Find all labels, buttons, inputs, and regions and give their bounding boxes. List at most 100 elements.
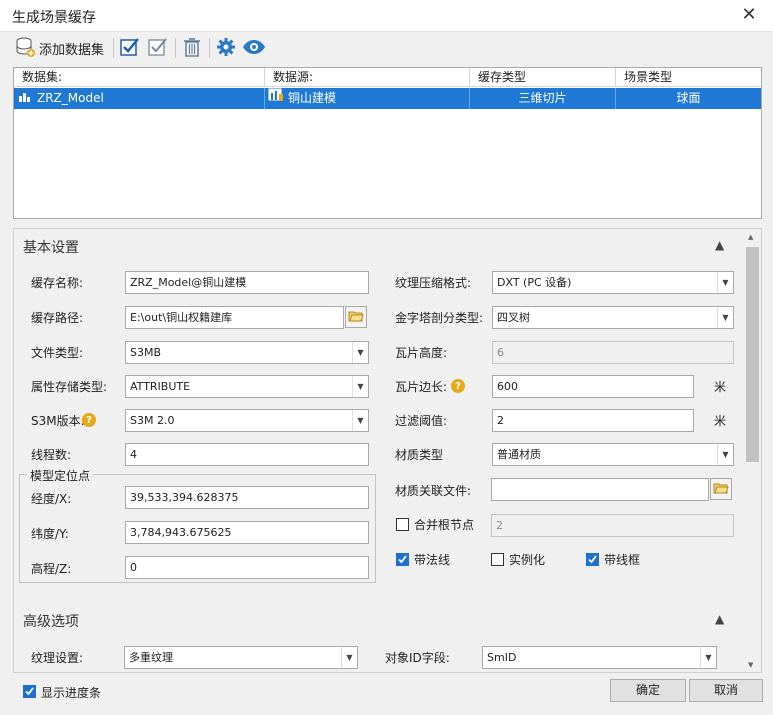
basic-settings-title: 基本设置 <box>23 240 79 256</box>
material-file-input[interactable] <box>491 478 709 501</box>
grid-header: 数据集: 数据源: 缓存类型 场景类型 <box>14 68 761 87</box>
object-id-label: 对象ID字段: <box>385 651 450 665</box>
elevation-input[interactable]: 0 <box>125 556 369 579</box>
pyramid-type-label: 金字塔剖分类型: <box>395 311 484 325</box>
toolbar-separator <box>175 38 176 58</box>
gear-icon <box>215 36 237 61</box>
delete-button[interactable] <box>181 36 203 60</box>
chevron-down-icon: ▼ <box>352 342 368 363</box>
row-cache-type: 三维切片 <box>470 88 616 109</box>
s3m-version-select[interactable]: S3M 2.0 ▼ <box>125 409 369 432</box>
material-file-label: 材质关联文件: <box>395 484 472 498</box>
folder-open-icon <box>348 309 364 326</box>
filter-threshold-input[interactable]: 2 <box>492 409 694 432</box>
latitude-input[interactable]: 3,784,943.675625 <box>125 521 369 544</box>
datasource-icon <box>268 88 284 109</box>
toolbar <box>0 33 773 63</box>
texture-compress-select[interactable]: DXT (PC 设备) ▼ <box>492 271 734 294</box>
advanced-options-title: 高级选项 <box>23 614 79 630</box>
chevron-down-icon: ▼ <box>717 444 733 465</box>
title-bar <box>0 0 773 32</box>
invert-select-button[interactable] <box>147 36 169 60</box>
window-title: 生成场景缓存 <box>12 10 96 26</box>
texture-setting-select[interactable]: 多重纹理 ▼ <box>124 646 358 669</box>
merge-root-input: 2 <box>491 514 734 537</box>
toolbar-separator <box>113 38 114 58</box>
toolbar-separator <box>209 38 210 58</box>
texture-compress-value: DXT (PC 设备) <box>497 276 572 289</box>
texture-compress-label: 纹理压缩格式: <box>395 276 472 290</box>
file-type-label: 文件类型: <box>31 346 84 360</box>
chevron-up-icon[interactable]: ▲ <box>715 238 724 252</box>
attr-storage-label: 属性存储类型: <box>31 380 108 394</box>
eye-icon <box>242 36 266 61</box>
ok-button[interactable]: 确定 <box>610 679 686 702</box>
instance-checkbox[interactable] <box>491 553 504 566</box>
trash-icon <box>181 36 203 61</box>
show-progress-checkbox[interactable] <box>23 685 36 698</box>
chevron-down-icon: ▼ <box>717 272 733 293</box>
cache-name-input[interactable]: ZRZ_Model@铜山建模 <box>125 271 369 294</box>
cache-path-input[interactable]: E:\out\铜山权籍建库 <box>125 306 344 329</box>
filter-threshold-label: 过滤阈值: <box>395 414 448 428</box>
row-dataset: ZRZ_Model <box>37 91 104 105</box>
chevron-down-icon: ▼ <box>352 376 368 397</box>
pyramid-type-value: 四叉树 <box>497 311 530 324</box>
s3m-version-label: S3M版本: <box>31 414 85 428</box>
browse-path-button[interactable] <box>345 306 367 328</box>
attr-storage-select[interactable]: ATTRIBUTE ▼ <box>125 375 369 398</box>
tile-side-label: 瓦片边长: <box>395 380 448 394</box>
longitude-label: 经度/X: <box>31 492 72 506</box>
show-progress-label: 显示进度条 <box>41 686 102 700</box>
material-type-select[interactable]: 普通材质 ▼ <box>492 443 734 466</box>
help-icon[interactable]: ? <box>82 413 96 427</box>
add-dataset-button[interactable]: 添加数据集 <box>14 36 104 60</box>
header-datasource[interactable]: 数据源: <box>265 68 470 87</box>
scroll-up-icon[interactable]: ▲ <box>748 233 753 241</box>
header-dataset[interactable]: 数据集: <box>14 68 265 87</box>
threads-label: 线程数: <box>31 448 72 462</box>
tile-height-input: 6 <box>492 341 734 364</box>
table-row[interactable]: ZRZ_Model 铜山建模 三维切片 球面 <box>14 88 761 109</box>
chevron-down-icon: ▼ <box>717 307 733 328</box>
scroll-down-icon[interactable]: ▼ <box>748 661 753 669</box>
texture-setting-value: 多重纹理 <box>129 651 173 664</box>
chevron-up-icon[interactable]: ▲ <box>715 612 724 626</box>
longitude-input[interactable]: 39,533,394.628375 <box>125 486 369 509</box>
header-cache-type[interactable]: 缓存类型 <box>470 68 616 87</box>
row-datasource: 铜山建模 <box>288 91 337 105</box>
checkbox-outline-icon <box>147 36 169 61</box>
merge-root-checkbox[interactable] <box>396 518 409 531</box>
close-button[interactable]: ✕ <box>738 3 760 27</box>
add-dataset-label: 添加数据集 <box>39 42 105 58</box>
object-id-select[interactable]: SmID ▼ <box>482 646 717 669</box>
database-icon <box>14 36 36 61</box>
header-scene-type[interactable]: 场景类型 <box>616 68 761 87</box>
normal-checkbox[interactable] <box>396 553 409 566</box>
material-type-label: 材质类型 <box>395 448 444 462</box>
file-type-select[interactable]: S3MB ▼ <box>125 341 369 364</box>
wireframe-label: 带线框 <box>604 553 641 567</box>
s3m-version-value: S3M 2.0 <box>130 414 175 427</box>
threads-input[interactable]: 4 <box>125 443 369 466</box>
scrollbar-thumb[interactable] <box>746 247 759 462</box>
settings-button[interactable] <box>215 36 237 60</box>
preview-button[interactable] <box>242 36 266 60</box>
tile-side-unit: 米 <box>714 380 727 394</box>
cache-name-label: 缓存名称: <box>31 276 84 290</box>
help-icon[interactable]: ? <box>451 379 465 393</box>
cancel-button[interactable]: 取消 <box>689 679 763 702</box>
row-scene-type: 球面 <box>676 91 701 105</box>
attr-storage-value: ATTRIBUTE <box>130 380 191 393</box>
chevron-down-icon: ▼ <box>700 647 716 668</box>
material-type-value: 普通材质 <box>497 448 541 461</box>
tile-side-input[interactable]: 600 <box>492 375 694 398</box>
select-all-button[interactable] <box>119 36 141 60</box>
object-id-value: SmID <box>487 651 517 664</box>
dataset-grid[interactable]: 数据集: 数据源: 缓存类型 场景类型 ZRZ_Model 铜山建模 三维切片 … <box>13 67 762 219</box>
file-type-value: S3MB <box>130 346 162 359</box>
pyramid-type-select[interactable]: 四叉树 ▼ <box>492 306 734 329</box>
wireframe-checkbox[interactable] <box>586 553 599 566</box>
browse-material-button[interactable] <box>710 478 732 500</box>
instance-label: 实例化 <box>509 553 546 567</box>
